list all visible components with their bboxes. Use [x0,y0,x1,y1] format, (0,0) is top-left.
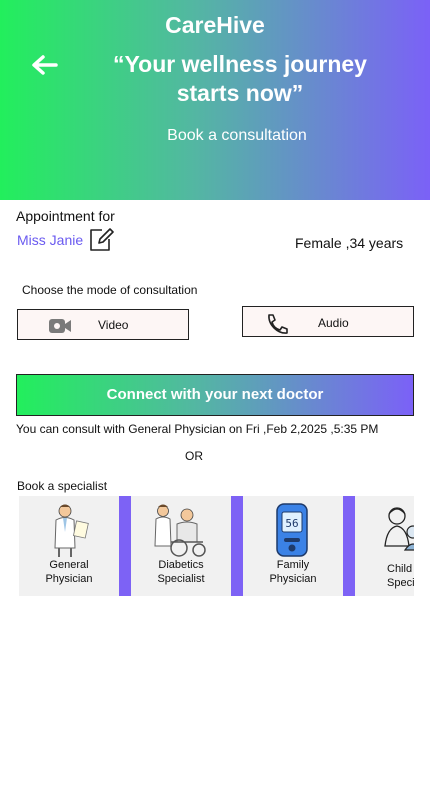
specialist-card-family-physician[interactable]: 56 Family Physician [243,496,343,596]
doctor-icon [54,504,89,557]
specialist-card-diabetics[interactable]: Diabetics Specialist [131,496,231,596]
card-divider [343,496,355,596]
video-mode-label: Video [98,318,129,332]
glucometer-reading: 56 [285,517,298,530]
specialist-name: General Physician [45,559,93,585]
patient-info: Female ,34 years [295,235,404,251]
consultation-note: You can consult with General Physician o… [16,422,379,436]
audio-mode-button[interactable]: Audio [242,306,414,337]
specialist-card-general-physician[interactable]: General Physician [19,496,119,596]
consultation-mode-label: Choose the mode of consultation [22,283,198,297]
specialist-card-child[interactable]: Child Specialist [355,496,414,596]
page-subtitle: Book a consultation [167,127,307,144]
specialist-name: Child Specialist [387,563,414,589]
card-divider [231,496,243,596]
specialist-name: Family Physician [269,559,317,585]
patient-name[interactable]: Miss Janie [17,232,83,248]
specialist-section-label: Book a specialist [17,479,108,493]
child-care-icon [384,507,414,551]
video-mode-button[interactable]: Video [17,309,189,340]
header: CareHive “Your wellness journey starts n… [0,0,430,200]
audio-mode-label: Audio [318,316,349,330]
specialist-name: Diabetics Specialist [157,559,205,585]
app-title: CareHive [165,12,265,38]
card-divider [119,496,131,596]
edit-icon[interactable] [88,227,114,253]
glucometer-icon: 56 [276,503,308,557]
or-divider: OR [185,449,203,463]
specialist-carousel[interactable]: General Physician Diabetics Specialist 5… [19,496,414,596]
connect-doctor-button[interactable]: Connect with your next doctor [16,374,414,416]
appointment-label: Appointment for [16,208,115,224]
back-arrow-icon[interactable] [30,53,58,77]
doctor-patient-icon [154,504,206,557]
video-camera-icon [49,319,71,333]
phone-icon [268,314,288,334]
tagline: “Your wellness journey starts now” [113,51,367,106]
